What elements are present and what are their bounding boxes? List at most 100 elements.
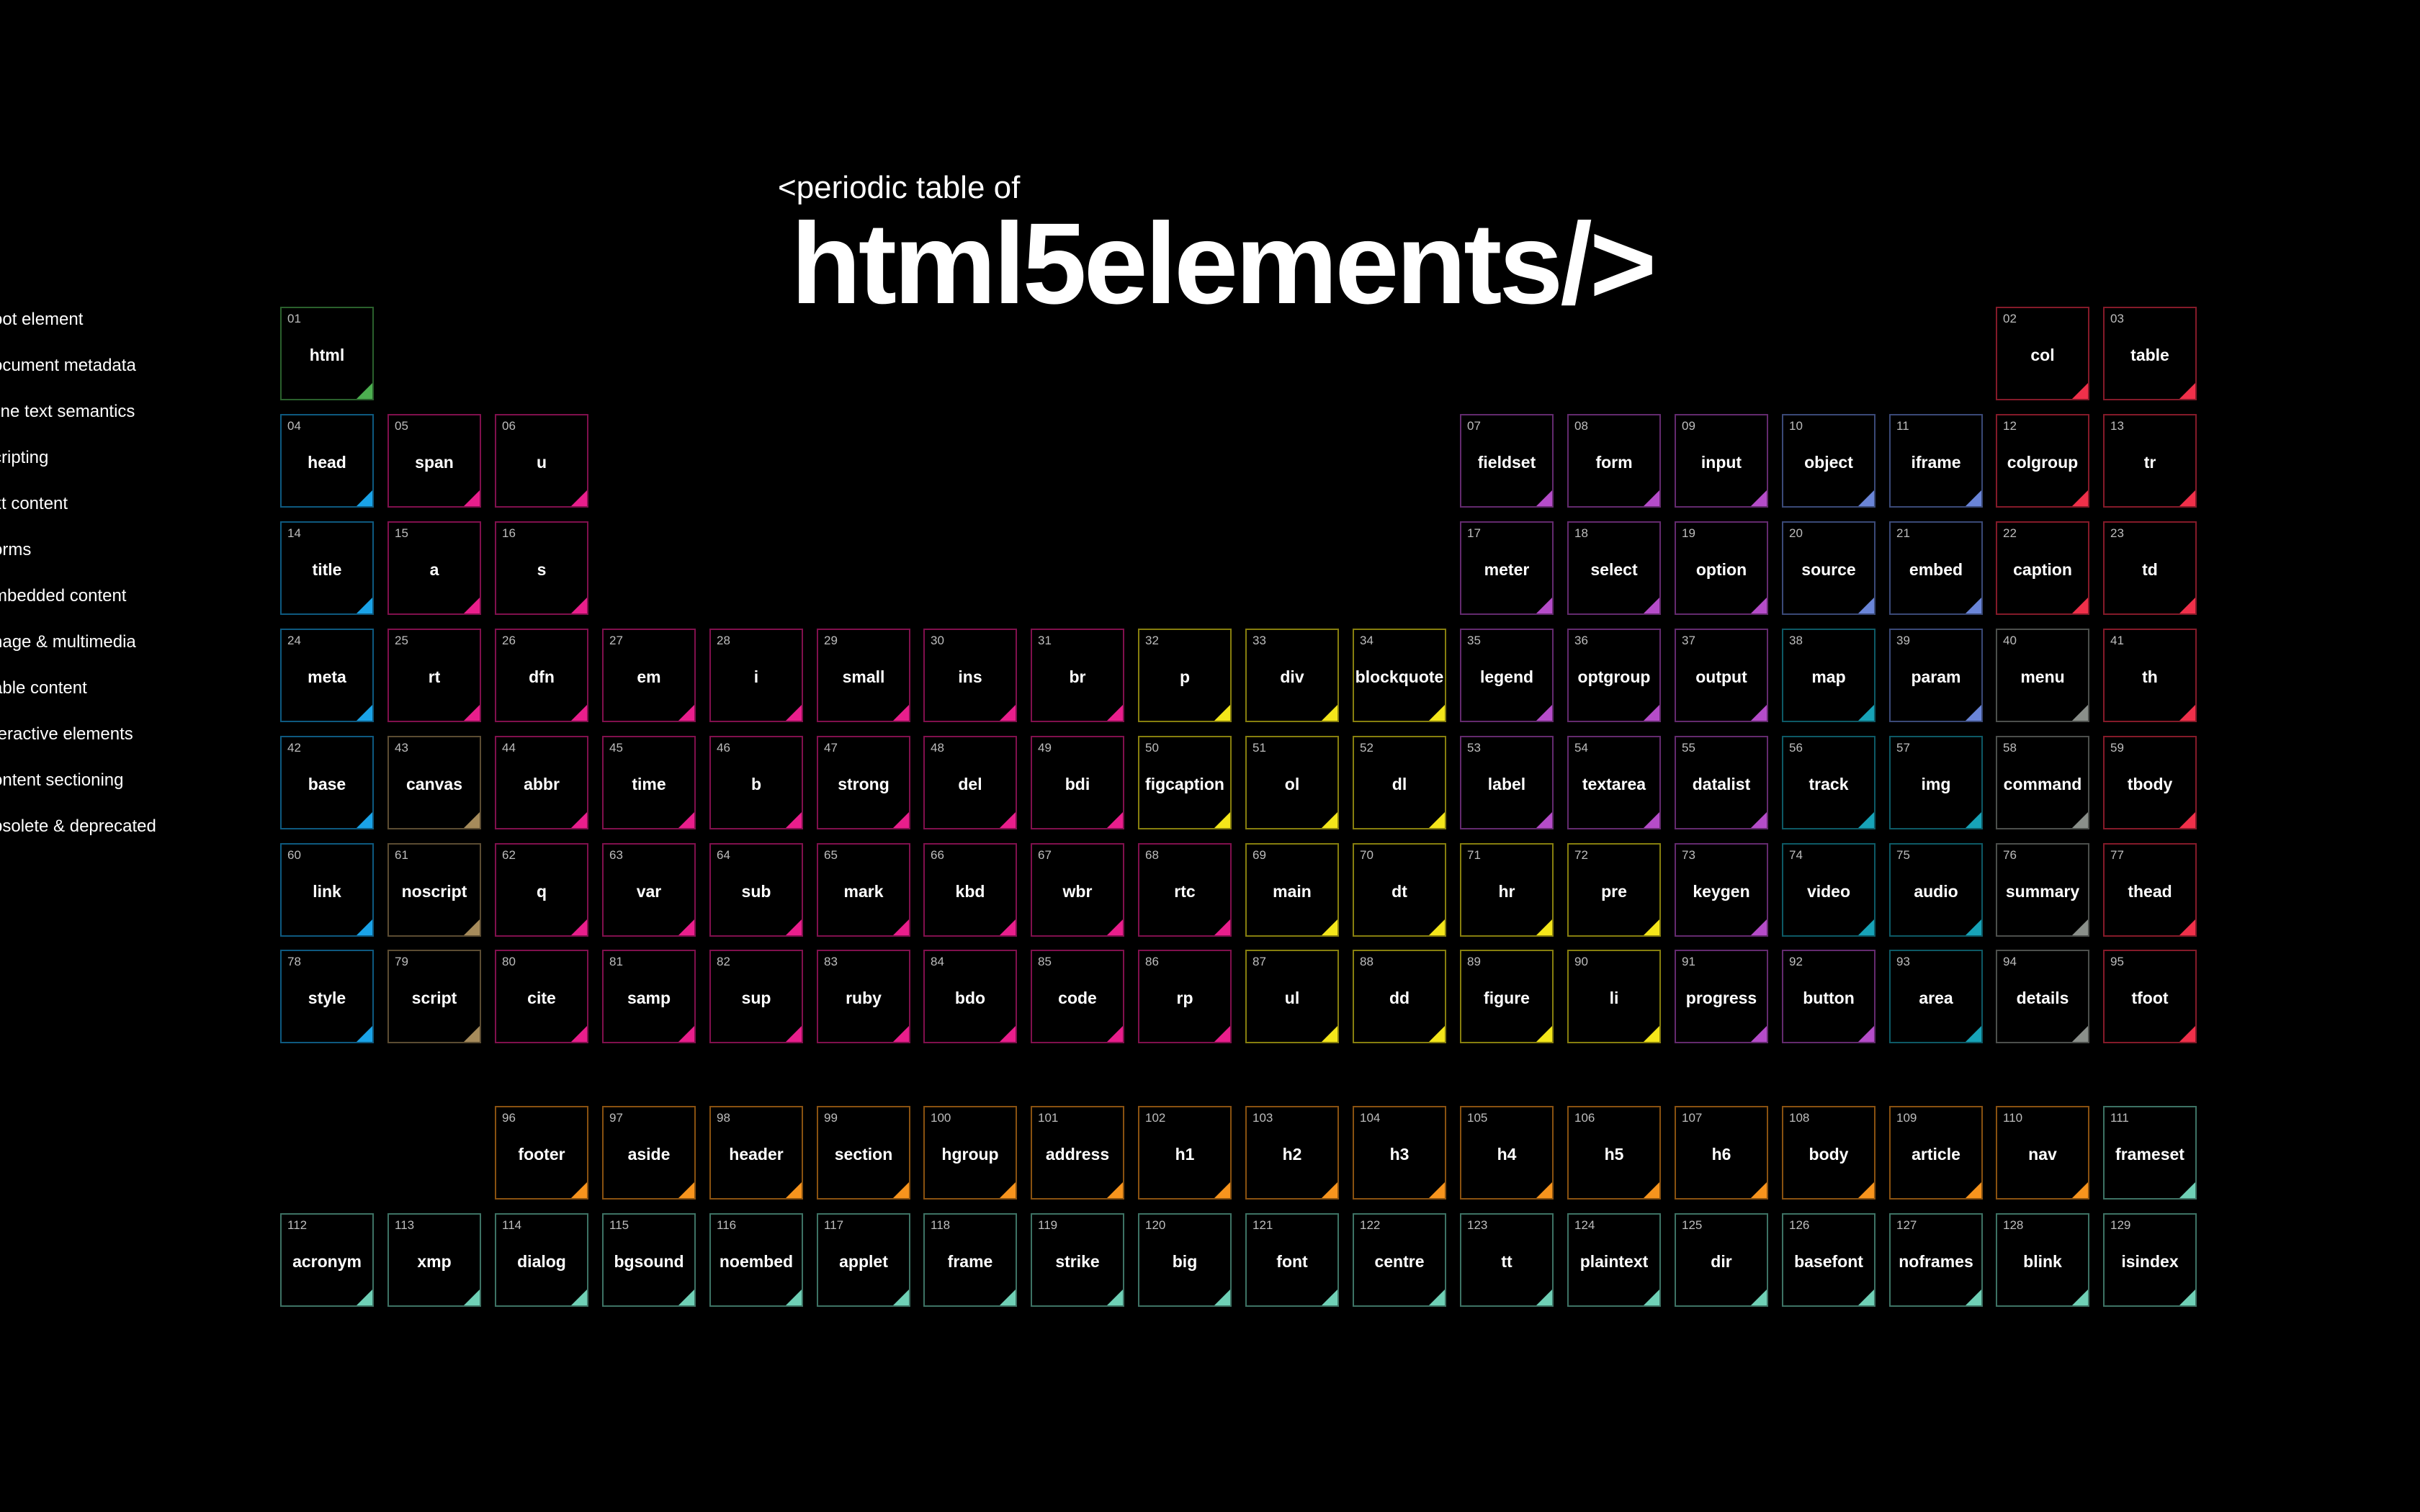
legend-item[interactable]: teractive elements <box>0 720 133 749</box>
element-cell-hr[interactable]: 71 hr <box>1460 843 1554 937</box>
element-cell-details[interactable]: 94 details <box>1996 950 2089 1043</box>
element-cell-link[interactable]: 60 link <box>280 843 374 937</box>
element-cell-small[interactable]: 29 small <box>817 629 910 722</box>
element-cell-strike[interactable]: 119 strike <box>1031 1213 1124 1307</box>
element-cell-plaintext[interactable]: 124 plaintext <box>1567 1213 1661 1307</box>
element-cell-video[interactable]: 74 video <box>1782 843 1876 937</box>
legend-item[interactable]: ocument metadata <box>0 351 136 380</box>
element-cell-ul[interactable]: 87 ul <box>1245 950 1339 1043</box>
element-cell-param[interactable]: 39 param <box>1889 629 1983 722</box>
element-cell-summary[interactable]: 76 summary <box>1996 843 2089 937</box>
element-cell-rp[interactable]: 86 rp <box>1138 950 1232 1043</box>
element-cell-h1[interactable]: 102 h1 <box>1138 1106 1232 1200</box>
element-cell-bdo[interactable]: 84 bdo <box>923 950 1017 1043</box>
element-cell-style[interactable]: 78 style <box>280 950 374 1043</box>
element-cell-audio[interactable]: 75 audio <box>1889 843 1983 937</box>
element-cell-ol[interactable]: 51 ol <box>1245 736 1339 829</box>
element-cell-dir[interactable]: 125 dir <box>1675 1213 1768 1307</box>
element-cell-section[interactable]: 99 section <box>817 1106 910 1200</box>
element-cell-rtc[interactable]: 68 rtc <box>1138 843 1232 937</box>
element-cell-main[interactable]: 69 main <box>1245 843 1339 937</box>
element-cell-h2[interactable]: 103 h2 <box>1245 1106 1339 1200</box>
element-cell-dfn[interactable]: 26 dfn <box>495 629 588 722</box>
element-cell-object[interactable]: 10 object <box>1782 414 1876 508</box>
element-cell-del[interactable]: 48 del <box>923 736 1017 829</box>
element-cell-strong[interactable]: 47 strong <box>817 736 910 829</box>
element-cell-wbr[interactable]: 67 wbr <box>1031 843 1124 937</box>
element-cell-embed[interactable]: 21 embed <box>1889 521 1983 615</box>
element-cell-noframes[interactable]: 127 noframes <box>1889 1213 1983 1307</box>
element-cell-kbd[interactable]: 66 kbd <box>923 843 1017 937</box>
element-cell-i[interactable]: 28 i <box>709 629 803 722</box>
element-cell-s[interactable]: 16 s <box>495 521 588 615</box>
element-cell-fieldset[interactable]: 07 fieldset <box>1460 414 1554 508</box>
element-cell-code[interactable]: 85 code <box>1031 950 1124 1043</box>
element-cell-h3[interactable]: 104 h3 <box>1353 1106 1446 1200</box>
element-cell-tfoot[interactable]: 95 tfoot <box>2103 950 2197 1043</box>
element-cell-caption[interactable]: 22 caption <box>1996 521 2089 615</box>
element-cell-html[interactable]: 01 html <box>280 307 374 400</box>
element-cell-output[interactable]: 37 output <box>1675 629 1768 722</box>
element-cell-b[interactable]: 46 b <box>709 736 803 829</box>
element-cell-frameset[interactable]: 111 frameset <box>2103 1106 2197 1200</box>
legend-item[interactable]: xt content <box>0 490 68 518</box>
element-cell-dd[interactable]: 88 dd <box>1353 950 1446 1043</box>
element-cell-centre[interactable]: 122 centre <box>1353 1213 1446 1307</box>
element-cell-form[interactable]: 08 form <box>1567 414 1661 508</box>
element-cell-mark[interactable]: 65 mark <box>817 843 910 937</box>
element-cell-font[interactable]: 121 font <box>1245 1213 1339 1307</box>
element-cell-noscript[interactable]: 61 noscript <box>387 843 481 937</box>
element-cell-blink[interactable]: 128 blink <box>1996 1213 2089 1307</box>
legend-item[interactable]: ontent sectioning <box>0 766 123 795</box>
element-cell-abbr[interactable]: 44 abbr <box>495 736 588 829</box>
element-cell-menu[interactable]: 40 menu <box>1996 629 2089 722</box>
element-cell-sup[interactable]: 82 sup <box>709 950 803 1043</box>
element-cell-legend[interactable]: 35 legend <box>1460 629 1554 722</box>
element-cell-command[interactable]: 58 command <box>1996 736 2089 829</box>
element-cell-dialog[interactable]: 114 dialog <box>495 1213 588 1307</box>
element-cell-p[interactable]: 32 p <box>1138 629 1232 722</box>
element-cell-frame[interactable]: 118 frame <box>923 1213 1017 1307</box>
element-cell-progress[interactable]: 91 progress <box>1675 950 1768 1043</box>
element-cell-th[interactable]: 41 th <box>2103 629 2197 722</box>
element-cell-iframe[interactable]: 11 iframe <box>1889 414 1983 508</box>
element-cell-figcaption[interactable]: 50 figcaption <box>1138 736 1232 829</box>
element-cell-footer[interactable]: 96 footer <box>495 1106 588 1200</box>
element-cell-var[interactable]: 63 var <box>602 843 696 937</box>
element-cell-ruby[interactable]: 83 ruby <box>817 950 910 1043</box>
element-cell-dl[interactable]: 52 dl <box>1353 736 1446 829</box>
element-cell-label[interactable]: 53 label <box>1460 736 1554 829</box>
element-cell-xmp[interactable]: 113 xmp <box>387 1213 481 1307</box>
element-cell-img[interactable]: 57 img <box>1889 736 1983 829</box>
element-cell-figure[interactable]: 89 figure <box>1460 950 1554 1043</box>
element-cell-colgroup[interactable]: 12 colgroup <box>1996 414 2089 508</box>
element-cell-textarea[interactable]: 54 textarea <box>1567 736 1661 829</box>
legend-item[interactable]: orms <box>0 536 31 564</box>
element-cell-big[interactable]: 120 big <box>1138 1213 1232 1307</box>
element-cell-acronym[interactable]: 112 acronym <box>280 1213 374 1307</box>
element-cell-title[interactable]: 14 title <box>280 521 374 615</box>
element-cell-option[interactable]: 19 option <box>1675 521 1768 615</box>
legend-item[interactable]: bsolete & deprecated <box>0 812 156 841</box>
element-cell-table[interactable]: 03 table <box>2103 307 2197 400</box>
element-cell-body[interactable]: 108 body <box>1782 1106 1876 1200</box>
element-cell-area[interactable]: 93 area <box>1889 950 1983 1043</box>
element-cell-li[interactable]: 90 li <box>1567 950 1661 1043</box>
element-cell-datalist[interactable]: 55 datalist <box>1675 736 1768 829</box>
element-cell-pre[interactable]: 72 pre <box>1567 843 1661 937</box>
element-cell-base[interactable]: 42 base <box>280 736 374 829</box>
element-cell-time[interactable]: 45 time <box>602 736 696 829</box>
element-cell-head[interactable]: 04 head <box>280 414 374 508</box>
element-cell-samp[interactable]: 81 samp <box>602 950 696 1043</box>
element-cell-basefont[interactable]: 126 basefont <box>1782 1213 1876 1307</box>
element-cell-noembed[interactable]: 116 noembed <box>709 1213 803 1307</box>
element-cell-keygen[interactable]: 73 keygen <box>1675 843 1768 937</box>
element-cell-source[interactable]: 20 source <box>1782 521 1876 615</box>
element-cell-nav[interactable]: 110 nav <box>1996 1106 2089 1200</box>
legend-item[interactable]: able content <box>0 674 87 703</box>
element-cell-q[interactable]: 62 q <box>495 843 588 937</box>
element-cell-script[interactable]: 79 script <box>387 950 481 1043</box>
element-cell-cite[interactable]: 80 cite <box>495 950 588 1043</box>
element-cell-tbody[interactable]: 59 tbody <box>2103 736 2197 829</box>
element-cell-thead[interactable]: 77 thead <box>2103 843 2197 937</box>
